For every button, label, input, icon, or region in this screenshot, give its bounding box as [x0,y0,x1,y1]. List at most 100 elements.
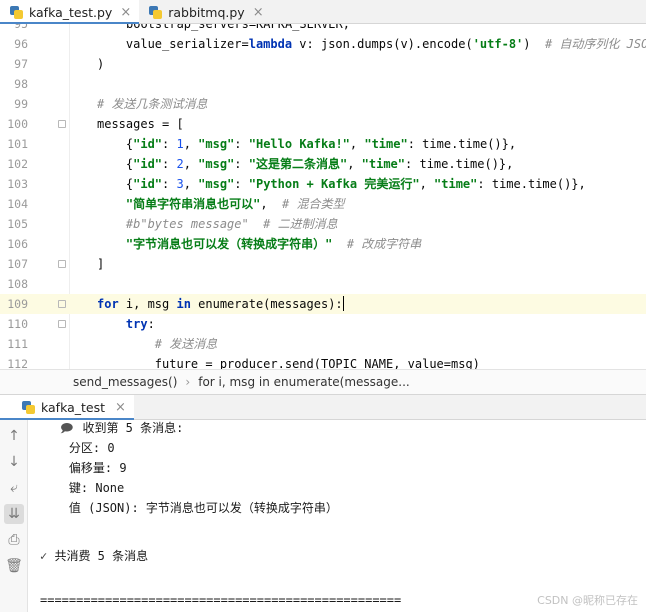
code-line[interactable]: 107] [0,254,646,274]
line-number: 107 [7,257,28,271]
breadcrumb: send_messages() › for i, msg in enumerat… [0,369,646,395]
line-number: 102 [7,157,28,171]
code-text: value_serializer=lambda v: json.dumps(v)… [97,37,646,51]
console-line: ========================================… [40,590,401,610]
message-icon: 🗩 [60,421,74,435]
code-text: for i, msg in enumerate(messages): [97,296,344,311]
console-text: 偏移量: 9 [40,461,127,475]
code-line[interactable]: 101 {"id": 1, "msg": "Hello Kafka!", "ti… [0,134,646,154]
code-text: "简单字符串消息也可以", # 混合类型 [125,197,345,211]
code-text: ] [97,257,105,271]
fold-icon[interactable] [58,260,66,268]
console-line: 🗩 收到第 5 条消息: [40,420,183,438]
line-number: 108 [7,277,28,291]
tab-label: kafka_test.py [29,4,113,20]
code-line[interactable]: 102 {"id": 2, "msg": "这是第二条消息", "time": … [0,154,646,174]
code-line[interactable]: 99 # 发送几条测试消息 [0,94,646,114]
tab-kafka-test[interactable]: kafka_test.py × [0,0,140,25]
code-text: #b"bytes message" # 二进制消息 [125,217,338,231]
code-line[interactable]: 104 "简单字符串消息也可以", # 混合类型 [0,194,646,214]
code-line[interactable]: 108 [0,274,646,294]
close-icon[interactable]: × [120,6,131,19]
line-number: 99 [14,97,28,111]
arrow-up-icon[interactable]: ↑ [4,426,24,446]
line-number: 111 [7,337,28,351]
print-icon[interactable]: ⎙ [4,530,24,550]
line-number: 97 [14,57,28,71]
code-line[interactable]: 96 value_serializer=lambda v: json.dumps… [0,34,646,54]
console-text: 分区: 0 [40,441,115,455]
close-icon[interactable]: × [115,400,126,415]
fold-icon[interactable] [58,320,66,328]
watermark: CSDN @昵称已存在 [537,594,638,607]
code-line[interactable]: 112 future = producer.send(TOPIC_NAME, v… [0,354,646,369]
code-text: # 发送消息 [154,337,218,351]
line-number: 104 [7,197,28,211]
python-file-icon [10,5,23,19]
console-output[interactable]: 🗩 收到第 5 条消息: 分区: 0 偏移量: 9 键: None 值 (JSO… [28,420,646,612]
code-line[interactable]: 95 bootstrap_servers=KAFKA_SERVER, [0,24,646,34]
line-number: 105 [7,217,28,231]
fold-icon[interactable] [58,300,66,308]
console-line: 键: None [40,478,124,498]
tab-label: rabbitmq.py [168,4,245,20]
python-file-icon [22,400,35,414]
code-line[interactable]: 105 #b"bytes message" # 二进制消息 [0,214,646,234]
run-toolbar: ↑ ↓ ⤶ ⇊ ⎙ 🗑 [0,420,28,612]
line-number: 98 [14,77,28,91]
code-line[interactable]: 111 # 发送消息 [0,334,646,354]
console-line: 分区: 0 [40,438,115,458]
line-number: 110 [7,317,28,331]
line-number: 96 [14,37,28,51]
console-text: 键: None [40,481,125,495]
console-text: 值 (JSON): 字节消息也可以发（转换成字符串） [40,501,338,515]
run-tool-window-header: ⋮ kafka_test × [0,394,646,421]
code-text: # 发送几条测试消息 [97,97,208,111]
console-line: 值 (JSON): 字节消息也可以发（转换成字符串） [40,498,338,518]
breadcrumb-item-function[interactable]: send_messages() [73,375,177,389]
code-text: try: [125,317,155,331]
fold-icon[interactable] [58,120,66,128]
console-text: 共消费 5 条消息 [40,549,149,563]
code-line[interactable]: 106 "字节消息也可以发（转换成字符串）" # 改成字符串 [0,234,646,254]
console-text: ========================================… [40,593,402,607]
tab-rabbitmq[interactable]: rabbitmq.py × [139,0,271,24]
trash-icon[interactable]: 🗑 [4,556,24,576]
console-line: 偏移量: 9 [40,458,127,478]
arrow-down-icon[interactable]: ↓ [4,452,24,472]
code-text: {"id": 1, "msg": "Hello Kafka!", "time":… [97,137,517,151]
code-text: ) [97,57,105,71]
line-number: 101 [7,137,28,151]
python-file-icon [149,5,163,19]
run-tab-label: kafka_test [41,399,106,415]
scroll-to-end-icon[interactable]: ⇊ [4,504,24,524]
code-line[interactable]: 110 try: [0,314,646,334]
tab-run-kafka-test[interactable]: kafka_test × [0,394,134,421]
console-line: ✓ 共消费 5 条消息 [40,546,148,566]
console-text: 收到第 5 条消息: [68,421,184,435]
code-text: {"id": 3, "msg": "Python + Kafka 完美运行", … [97,177,586,191]
code-line[interactable]: 109 for i, msg in enumerate(messages): [0,294,646,314]
check-icon: ✓ [40,549,48,563]
code-text: messages = [ [97,117,184,131]
line-number: 112 [7,357,28,369]
line-number: 100 [7,117,28,131]
code-line[interactable]: 100 messages = [ [0,114,646,134]
line-number: 103 [7,177,28,191]
code-text: "字节消息也可以发（转换成字符串）" # 改成字符串 [125,237,422,251]
line-number: 106 [7,237,28,251]
breadcrumb-item-loop[interactable]: for i, msg in enumerate(message... [198,375,410,389]
code-text: future = producer.send(TOPIC_NAME, value… [97,357,480,369]
line-number: 109 [7,297,28,311]
code-text: bootstrap_servers=KAFKA_SERVER, [126,24,350,31]
line-number: 95 [14,24,28,31]
chevron-right-icon: › [185,375,191,389]
code-editor[interactable]: 95 bootstrap_servers=KAFKA_SERVER, 96 valu… [0,24,646,369]
close-icon[interactable]: × [253,6,264,19]
code-text: {"id": 2, "msg": "这是第二条消息", "time": time… [97,157,514,171]
code-line[interactable]: 97) [0,54,646,74]
code-line[interactable]: 98 [0,74,646,94]
soft-wrap-icon[interactable]: ⤶ [4,478,24,498]
code-line[interactable]: 103 {"id": 3, "msg": "Python + Kafka 完美运… [0,174,646,194]
editor-tab-bar: kafka_test.py × rabbitmq.py × [0,0,646,25]
